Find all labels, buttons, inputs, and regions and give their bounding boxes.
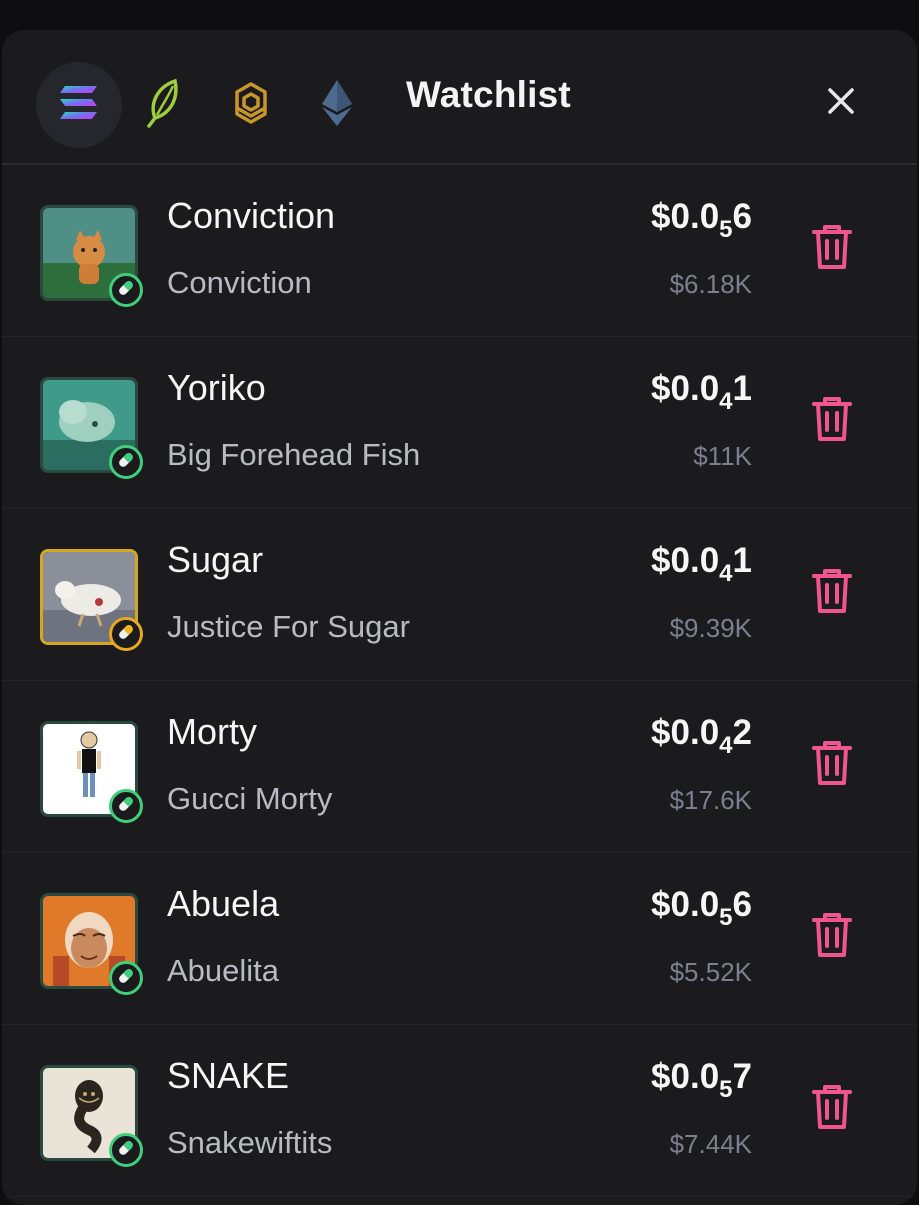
token-name: Snakewiftits <box>167 1125 333 1160</box>
price-digits: 1 <box>732 541 752 580</box>
token-price: $0.056 <box>651 197 752 243</box>
watchlist-row[interactable]: Sugar Justice For Sugar $0.041 $9.39K <box>2 509 917 681</box>
watchlist-row[interactable]: Morty Gucci Morty $0.042 $17.6K <box>2 681 917 853</box>
close-button[interactable] <box>818 80 864 126</box>
watchlist-header: Watchlist <box>2 30 917 165</box>
token-symbol: Abuela <box>167 883 280 924</box>
price-digits: 7 <box>732 1057 752 1096</box>
trash-icon <box>810 225 854 275</box>
trash-icon <box>810 397 854 447</box>
token-price: $0.056 <box>651 885 752 931</box>
trash-icon <box>810 1085 854 1135</box>
token-symbol: Sugar <box>167 539 264 580</box>
trash-icon <box>810 913 854 963</box>
remove-button[interactable] <box>810 223 854 271</box>
chain-tab-bnb[interactable] <box>208 62 294 148</box>
pill-badge <box>109 961 143 995</box>
page-title: Watchlist <box>406 74 571 115</box>
token-symbol: Morty <box>167 711 257 752</box>
token-symbol: Yoriko <box>167 367 266 408</box>
price-prefix: $0.0 <box>651 369 720 408</box>
token-name: Conviction <box>167 265 312 300</box>
market-cap: $5.52K <box>669 957 752 987</box>
remove-button[interactable] <box>810 395 854 443</box>
market-cap: $7.44K <box>669 1129 752 1159</box>
pill-badge <box>109 273 143 307</box>
pill-badge <box>109 1133 143 1167</box>
market-cap: $17.6K <box>669 785 752 815</box>
trash-icon <box>810 569 854 619</box>
solana-icon <box>57 84 101 127</box>
price-zero-count: 4 <box>719 388 733 415</box>
market-cap: $11K <box>693 441 752 471</box>
pill-icon <box>116 794 136 819</box>
price-prefix: $0.0 <box>651 541 720 580</box>
token-name: Big Forehead Fish <box>167 437 421 472</box>
price-zero-count: 5 <box>719 1076 733 1103</box>
trash-icon <box>810 741 854 791</box>
price-prefix: $0.0 <box>651 885 720 924</box>
price-digits: 6 <box>732 885 752 924</box>
leaf-icon <box>145 78 185 133</box>
watchlist-row[interactable]: SNAKE Snakewiftits $0.057 $7.44K <box>2 1025 917 1197</box>
pill-icon <box>116 966 136 991</box>
price-prefix: $0.0 <box>651 713 720 752</box>
remove-button[interactable] <box>810 567 854 615</box>
price-digits: 1 <box>732 369 752 408</box>
price-prefix: $0.0 <box>651 197 720 236</box>
token-name: Abuelita <box>167 953 280 988</box>
price-zero-count: 5 <box>719 904 733 931</box>
watchlist-row[interactable]: Abuela Abuelita $0.056 $5.52K <box>2 853 917 1025</box>
chain-tab-solana[interactable] <box>36 62 122 148</box>
market-cap: $6.18K <box>669 269 752 299</box>
token-price: $0.057 <box>651 1057 752 1103</box>
price-zero-count: 4 <box>719 732 733 759</box>
token-symbol: SNAKE <box>167 1055 290 1096</box>
watchlist-panel: Watchlist Conviction Conviction $0.056 $… <box>2 30 917 1205</box>
pill-icon <box>116 278 136 303</box>
watchlist-row[interactable]: Yoriko Big Forehead Fish $0.041 $11K <box>2 337 917 509</box>
pill-badge <box>109 789 143 823</box>
token-price: $0.041 <box>651 369 752 415</box>
price-digits: 6 <box>732 197 752 236</box>
market-cap: $9.39K <box>669 613 752 643</box>
price-prefix: $0.0 <box>651 1057 720 1096</box>
pill-badge <box>109 445 143 479</box>
pill-icon <box>116 622 136 647</box>
price-zero-count: 4 <box>719 560 733 587</box>
token-symbol: Conviction <box>167 195 336 236</box>
token-name: Gucci Morty <box>167 781 333 816</box>
price-digits: 2 <box>732 713 752 752</box>
bnb-icon <box>229 81 273 130</box>
pill-badge <box>109 617 143 651</box>
remove-button[interactable] <box>810 1083 854 1131</box>
ethereum-icon <box>320 79 354 132</box>
token-price: $0.041 <box>651 541 752 587</box>
price-zero-count: 5 <box>719 216 733 243</box>
token-price: $0.042 <box>651 713 752 759</box>
watchlist-row[interactable]: Conviction Conviction $0.056 $6.18K <box>2 165 917 337</box>
remove-button[interactable] <box>810 911 854 959</box>
chain-tab-leaf[interactable] <box>122 62 208 148</box>
close-icon <box>826 86 856 121</box>
pill-icon <box>116 1138 136 1163</box>
pill-icon <box>116 450 136 475</box>
remove-button[interactable] <box>810 739 854 787</box>
chain-tab-ethereum[interactable] <box>294 62 380 148</box>
token-name: Justice For Sugar <box>167 609 410 644</box>
watchlist-rows: Conviction Conviction $0.056 $6.18K Yori… <box>2 165 917 1197</box>
